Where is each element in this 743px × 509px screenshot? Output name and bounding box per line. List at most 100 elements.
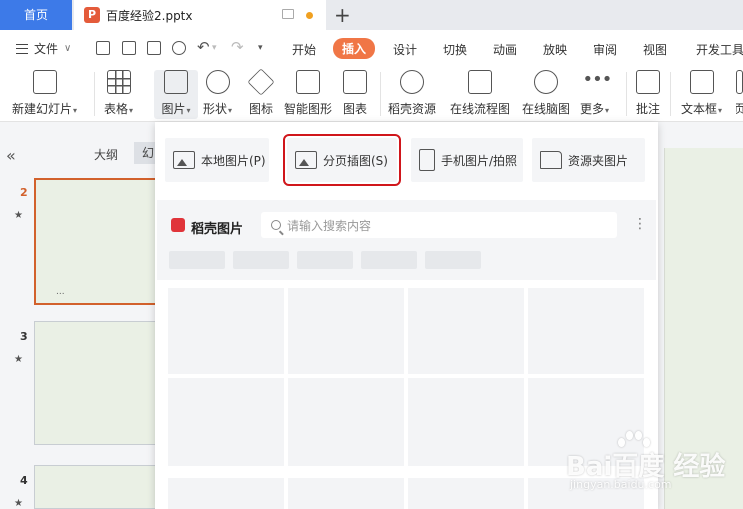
slide-thumbnail-2[interactable]: ... — [34, 178, 155, 305]
animation-star-icon: ★ — [14, 210, 23, 221]
flowchart-icon — [468, 70, 492, 94]
tab-design[interactable]: 设计 — [393, 41, 417, 58]
file-menu-label: 文件 — [34, 42, 59, 56]
comment-button[interactable]: 批注 — [636, 70, 660, 117]
ribbon-separator — [626, 72, 627, 116]
docer-resource-button[interactable]: 稻壳资源 — [388, 70, 436, 117]
image-icon — [173, 151, 195, 169]
icon-library-icon — [247, 68, 275, 96]
phone-picture-button[interactable]: 手机图片/拍照 — [411, 138, 523, 182]
save-icon[interactable] — [96, 41, 110, 55]
picture-thumbnail[interactable] — [288, 378, 404, 466]
smart-shape-label: 智能图形 — [284, 102, 333, 116]
new-slide-button[interactable]: 新建幻灯片▾ — [12, 70, 77, 117]
category-chip[interactable] — [361, 251, 417, 269]
slide-thumbnail-4[interactable] — [34, 465, 155, 509]
smart-shape-button[interactable]: 智能图形 — [284, 70, 332, 117]
more-button[interactable]: ••• 更多▾ — [580, 69, 613, 117]
phone-picture-label: 手机图片/拍照 — [441, 153, 518, 168]
local-picture-button[interactable]: 本地图片(P) — [165, 138, 269, 182]
online-flowchart-button[interactable]: 在线流程图 — [450, 70, 510, 117]
undo-dropdown-icon[interactable]: ▾ — [212, 43, 217, 53]
smart-shape-icon — [296, 70, 320, 94]
search-icon — [271, 220, 281, 230]
quick-access-more-icon[interactable]: ▾ — [258, 43, 263, 53]
comment-icon — [636, 70, 660, 94]
picture-thumbnail[interactable] — [168, 378, 284, 466]
category-chip[interactable] — [425, 251, 481, 269]
picture-thumbnail[interactable] — [408, 288, 524, 374]
slide-number: 4 — [20, 474, 28, 487]
tab-document[interactable]: P 百度经验2.pptx — [74, 0, 326, 30]
picture-thumbnail[interactable] — [408, 378, 524, 466]
split-insert-label: 分页插图(S) — [323, 153, 388, 168]
tab-outline[interactable]: 大纲 — [94, 146, 118, 163]
picture-thumbnail[interactable] — [288, 288, 404, 374]
star-folder-icon — [540, 151, 562, 169]
icon-button[interactable]: 图标 — [247, 68, 275, 117]
phone-icon — [419, 149, 435, 171]
monitor-icon[interactable] — [282, 9, 294, 19]
tab-insert[interactable]: 插入 — [333, 38, 376, 59]
tab-slides[interactable]: 幻灯片 — [134, 142, 155, 164]
picture-thumbnail[interactable] — [288, 478, 404, 509]
search-placeholder: 请输入搜索内容 — [287, 218, 372, 233]
mindmap-icon — [534, 70, 558, 94]
category-chip[interactable] — [297, 251, 353, 269]
shape-label: 形状 — [203, 102, 228, 116]
textbox-button[interactable]: 文本框▾ — [681, 70, 722, 117]
picture-thumbnail[interactable] — [528, 288, 644, 374]
picture-thumbnail[interactable] — [168, 288, 284, 374]
picture-icon — [164, 70, 188, 94]
split-image-icon — [295, 151, 317, 169]
print-icon[interactable] — [147, 41, 161, 55]
slide-thumbnail-3[interactable] — [34, 321, 155, 445]
undo-icon[interactable]: ↶ — [197, 38, 210, 56]
tab-slideshow[interactable]: 放映 — [543, 41, 567, 58]
picture-thumbnail[interactable] — [408, 478, 524, 509]
tab-bar: 首页 P 百度经验2.pptx + — [0, 0, 743, 30]
slide-number: 3 — [20, 330, 28, 343]
resource-folder-picture-button[interactable]: 资源夹图片 — [532, 138, 645, 182]
stock-picture-title: 稻壳图片 — [191, 222, 244, 237]
tab-review[interactable]: 审阅 — [593, 41, 617, 58]
redo-icon[interactable]: ↷ — [231, 38, 244, 56]
category-chip[interactable] — [169, 251, 225, 269]
file-menu[interactable]: 文件 ∨ — [16, 40, 71, 57]
split-insert-picture-button[interactable]: 分页插图(S) — [283, 134, 401, 186]
docer-resource-icon — [400, 70, 424, 94]
tab-animation[interactable]: 动画 — [493, 41, 517, 58]
chart-button[interactable]: 图表 — [343, 70, 367, 117]
docer-logo-icon — [171, 218, 185, 232]
resource-folder-label: 资源夹图片 — [568, 153, 629, 168]
ribbon-separator — [380, 72, 381, 116]
tab-developer[interactable]: 开发工具 — [696, 41, 743, 58]
table-label: 表格 — [104, 102, 129, 116]
picture-button[interactable]: 图片▾ — [154, 70, 198, 119]
textbox-icon — [689, 70, 714, 94]
category-chip[interactable] — [233, 251, 289, 269]
picture-thumbnail[interactable] — [168, 478, 284, 509]
tab-view[interactable]: 视图 — [643, 41, 667, 58]
page-icon — [736, 70, 743, 94]
table-icon — [106, 70, 131, 94]
table-button[interactable]: 表格▾ — [104, 70, 133, 117]
tab-transition[interactable]: 切换 — [443, 41, 467, 58]
picture-label: 图片 — [161, 102, 186, 116]
export-pdf-icon[interactable] — [122, 41, 136, 55]
picture-search-input[interactable]: 请输入搜索内容 — [261, 212, 617, 238]
new-tab-button[interactable]: + — [334, 3, 351, 27]
shape-button[interactable]: 形状▾ — [203, 70, 232, 117]
collapse-panel-icon[interactable]: « — [6, 146, 16, 165]
tab-start[interactable]: 开始 — [292, 41, 316, 58]
more-options-icon[interactable]: ⋮ — [633, 216, 647, 232]
online-flowchart-label: 在线流程图 — [450, 102, 511, 116]
more-icon: ••• — [582, 69, 613, 90]
shape-icon — [205, 70, 230, 94]
online-mindmap-button[interactable]: 在线脑图 — [522, 70, 570, 117]
ribbon-separator — [94, 72, 95, 116]
slide-number: 2 — [20, 186, 28, 199]
tab-home[interactable]: 首页 — [0, 0, 72, 30]
print-preview-icon[interactable] — [172, 41, 186, 55]
page-button-truncated[interactable]: 页 — [736, 70, 743, 117]
